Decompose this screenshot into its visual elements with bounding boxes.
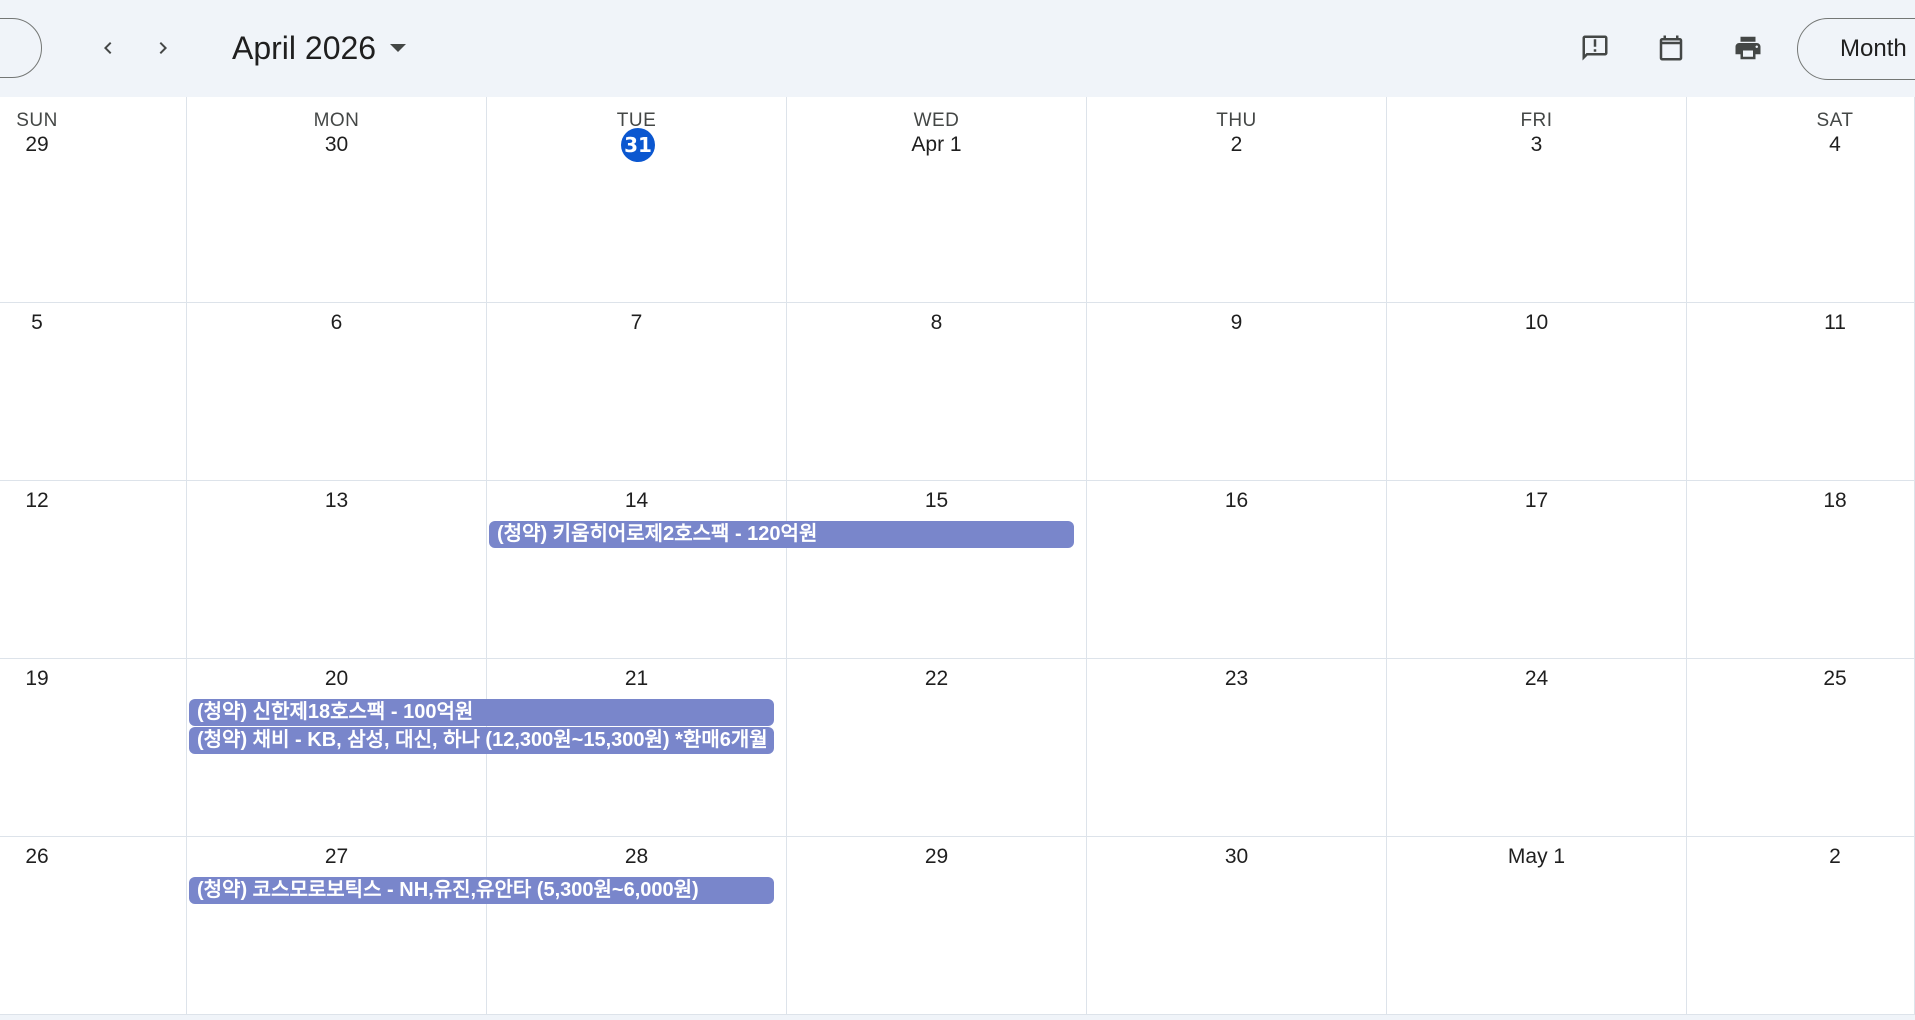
day-number[interactable]: 16 [1225, 489, 1248, 513]
day-cell[interactable]: 26 [0, 837, 187, 1015]
day-cell[interactable]: WED Apr 1 [787, 97, 1087, 303]
day-number[interactable]: 7 [631, 311, 643, 335]
day-cell[interactable]: SUN 29 [0, 97, 187, 303]
view-switcher-button[interactable]: Month [1797, 18, 1915, 80]
day-cell[interactable]: 9 [1087, 303, 1387, 481]
day-cell[interactable]: 18 [1687, 481, 1915, 659]
day-number[interactable]: 24 [1525, 667, 1548, 691]
chevron-right-icon[interactable] [139, 24, 187, 72]
feedback-icon[interactable] [1571, 24, 1619, 72]
day-cell[interactable]: 28 [487, 837, 787, 1015]
event-chip[interactable]: (청약) 키움히어로제2호스팩 - 120억원 [489, 521, 1074, 548]
day-number[interactable]: 6 [331, 311, 343, 335]
day-cell[interactable]: 30 [1087, 837, 1387, 1015]
month-label: April 2026 [232, 29, 377, 66]
day-cell[interactable]: 2 [1687, 837, 1915, 1015]
calendar-toolbar: April 2026 Month [0, 0, 1915, 97]
day-cell[interactable]: 14 [487, 481, 787, 659]
day-number[interactable]: 5 [31, 311, 43, 335]
day-number[interactable]: 30 [325, 133, 348, 157]
today-date-marker[interactable]: 31 [621, 128, 655, 162]
caret-down-icon [390, 44, 407, 52]
day-cell[interactable]: 29 [787, 837, 1087, 1015]
day-number[interactable]: 8 [931, 311, 943, 335]
day-number[interactable]: 23 [1225, 667, 1248, 691]
day-cell[interactable]: SAT 4 [1687, 97, 1915, 303]
day-number[interactable]: 14 [625, 489, 648, 513]
weekday-header: MON [313, 110, 360, 131]
day-number[interactable]: 20 [325, 667, 348, 691]
day-number[interactable]: 26 [25, 845, 48, 869]
day-number[interactable]: 9 [1231, 311, 1243, 335]
weekday-header: SAT [1816, 110, 1854, 131]
day-cell[interactable]: 12 [0, 481, 187, 659]
day-cell[interactable]: 13 [187, 481, 487, 659]
bottom-strip [0, 1015, 1915, 1020]
event-chip[interactable]: (청약) 코스모로보틱스 - NH,유진,유안타 (5,300원~6,000원) [189, 877, 774, 904]
day-cell[interactable]: 6 [187, 303, 487, 481]
day-number[interactable]: May 1 [1508, 845, 1565, 869]
weekday-header: FRI [1520, 110, 1553, 131]
today-button[interactable] [0, 18, 42, 78]
chevron-left-icon[interactable] [84, 24, 132, 72]
day-cell[interactable]: THU 2 [1087, 97, 1387, 303]
view-label: Month [1840, 35, 1907, 62]
day-number[interactable]: 25 [1823, 667, 1846, 691]
print-icon[interactable] [1724, 24, 1772, 72]
day-cell[interactable]: 7 [487, 303, 787, 481]
day-number[interactable]: 13 [325, 489, 348, 513]
day-number[interactable]: 29 [25, 133, 48, 157]
day-number[interactable]: 15 [925, 489, 948, 513]
day-number[interactable]: 12 [25, 489, 48, 513]
day-number[interactable]: 11 [1824, 311, 1846, 335]
day-number[interactable]: 27 [325, 845, 348, 869]
day-cell[interactable]: 23 [1087, 659, 1387, 837]
weekday-header: THU [1216, 110, 1257, 131]
day-number[interactable]: 2 [1829, 845, 1841, 869]
day-cell[interactable]: 5 [0, 303, 187, 481]
event-chip[interactable]: (청약) 신한제18호스팩 - 100억원 [189, 699, 774, 726]
day-cell[interactable]: May 1 [1387, 837, 1687, 1015]
day-number[interactable]: 3 [1531, 133, 1543, 157]
day-number[interactable]: 22 [925, 667, 948, 691]
day-cell[interactable]: 27 [187, 837, 487, 1015]
day-cell[interactable]: 8 [787, 303, 1087, 481]
day-cell[interactable]: 24 [1387, 659, 1687, 837]
day-cell[interactable]: MON 30 [187, 97, 487, 303]
day-number[interactable]: 21 [625, 667, 648, 691]
weekday-header: SUN [16, 110, 58, 131]
day-cell[interactable]: 11 [1687, 303, 1915, 481]
day-cell[interactable]: 19 [0, 659, 187, 837]
day-number[interactable]: 4 [1829, 133, 1841, 157]
day-cell[interactable]: 22 [787, 659, 1087, 837]
day-number[interactable]: 17 [1525, 489, 1548, 513]
day-number[interactable]: 28 [625, 845, 648, 869]
weekday-header: WED [913, 110, 960, 131]
event-chip[interactable]: (청약) 채비 - KB, 삼성, 대신, 하나 (12,300원~15,300… [189, 727, 774, 754]
day-number[interactable]: 18 [1823, 489, 1846, 513]
day-cell[interactable]: FRI 3 [1387, 97, 1687, 303]
day-number[interactable]: Apr 1 [911, 133, 961, 157]
day-cell[interactable]: 16 [1087, 481, 1387, 659]
day-cell[interactable]: 17 [1387, 481, 1687, 659]
day-number[interactable]: 10 [1525, 311, 1548, 335]
day-cell[interactable]: 15 [787, 481, 1087, 659]
month-selector[interactable]: April 2026 [232, 24, 407, 72]
day-cell[interactable]: 25 [1687, 659, 1915, 837]
day-number[interactable]: 30 [1225, 845, 1248, 869]
calendar-icon[interactable] [1647, 24, 1695, 72]
day-cell[interactable]: 10 [1387, 303, 1687, 481]
day-number[interactable]: 19 [25, 667, 48, 691]
day-number[interactable]: 29 [925, 845, 948, 869]
day-number[interactable]: 2 [1231, 133, 1243, 157]
